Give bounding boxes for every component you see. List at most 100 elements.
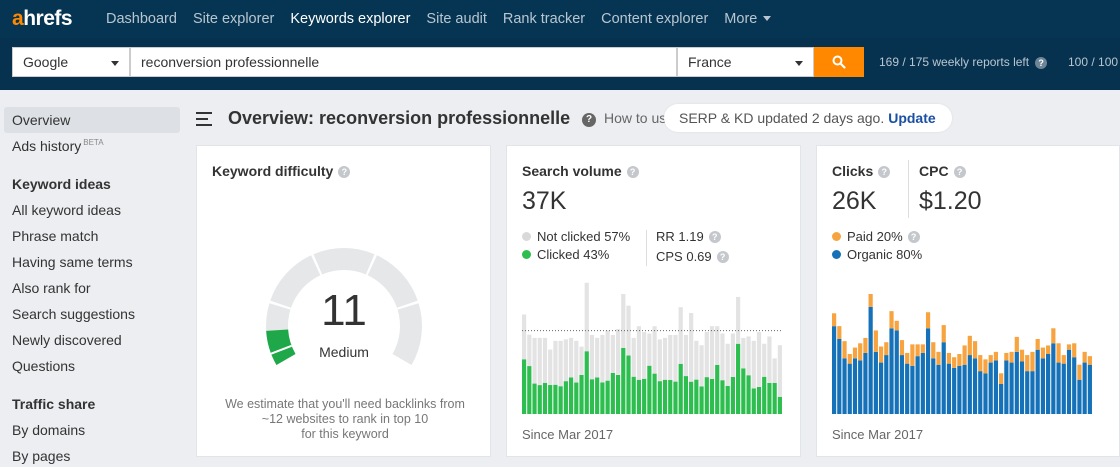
nav-more[interactable]: More [724,11,772,27]
chart-bar [762,376,767,414]
chart-bar [832,326,837,414]
chart-bar [899,355,905,414]
chart-bar [751,388,756,414]
chart-bar [694,379,699,414]
ads-history-label: Ads history [12,138,82,154]
sidebar-item-by-pages[interactable]: By pages [12,448,70,464]
chart-bar-top [1061,355,1066,364]
help-icon[interactable]: ? [878,166,891,178]
chart-bar-top [957,354,962,366]
chart-bar [936,364,941,414]
sidebar-item-all-keyword-ideas[interactable]: All keyword ideas [12,202,121,218]
nav-keywords-explorer[interactable]: Keywords explorer [290,11,410,27]
hamburger-menu-icon[interactable] [196,112,212,130]
chart-bar [725,385,730,414]
chart-bar-top [1087,356,1092,365]
chart-bar [579,374,584,414]
sidebar-item-phrase-match[interactable]: Phrase match [12,228,98,244]
chart-bar [537,385,542,414]
chart-bar-top [1066,344,1072,350]
reports-left-text: 169 / 175 weekly reports left [879,55,1030,69]
nav-site-explorer[interactable]: Site explorer [193,11,274,27]
chart-bar [946,363,952,414]
update-link[interactable]: Update [888,110,935,126]
sidebar-item-also-rank-for[interactable]: Also rank for [12,280,91,296]
how-to-use-link[interactable]: ? How to use [582,110,668,127]
chart-bar [574,382,579,414]
chart-bar-top [548,349,553,386]
chart-bar [756,386,762,414]
sidebar-item-ads-history[interactable]: Ads history BETA [12,138,104,154]
cpc-title-text: CPC [919,163,949,179]
chart-bar-top [1030,351,1035,372]
ahrefs-logo[interactable]: ahrefs [12,7,73,31]
help-icon[interactable]: ? [953,166,966,178]
sv-title-text: Search volume [522,163,622,179]
reports-left: 169 / 175 weekly reports left? [879,55,1048,69]
chart-bar-top [993,351,999,361]
cps-metric: CPS 0.69? [656,249,729,264]
chart-bar-top [842,341,847,359]
sidebar-item-questions[interactable]: Questions [12,358,75,374]
country-value: France [688,54,732,70]
chart-bar [889,328,894,414]
sidebar-item-search-suggestions[interactable]: Search suggestions [12,306,135,322]
chart-bar-top [610,334,615,373]
sidebar-item-newly-discovered[interactable]: Newly discovered [12,332,122,348]
help-icon[interactable]: ? [716,251,729,263]
chart-bar [699,386,704,414]
nav-site-audit[interactable]: Site audit [426,11,486,27]
gray-dot-icon [522,232,531,241]
chart-bar-top [1072,343,1077,358]
chart-bar [1061,363,1066,414]
kd-level: Medium [319,344,369,360]
chart-bar-top [1077,364,1082,380]
nav-content-explorer[interactable]: Content explorer [601,11,708,27]
chart-bar-top [563,339,568,382]
chart-bar [910,365,915,414]
chart-bar [662,379,668,414]
search-button[interactable] [814,47,864,77]
chart-bar [527,366,532,414]
nav-rank-tracker[interactable]: Rank tracker [503,11,585,27]
sidebar-item-having-same-terms[interactable]: Having same terms [12,254,133,270]
chart-bar-top [689,313,694,382]
dropdown-arrow-icon [795,61,803,66]
chart-bar-top [1046,345,1051,354]
kd-note-line: We estimate that you'll need backlinks f… [225,397,465,411]
chart-bar [595,377,600,414]
chart-bar [772,382,777,414]
chart-bar [652,373,657,414]
chart-bar [715,364,720,414]
legend-clicked: Clicked 43% [522,247,609,262]
search-engine-select[interactable]: Google [12,47,130,77]
help-icon[interactable]: ? [708,231,721,243]
sidebar-item-by-domains[interactable]: By domains [12,422,85,438]
chart-bar [584,351,589,414]
chart-bar-top [673,334,678,382]
clicked-label: Clicked 43% [537,247,610,262]
chart-bar [631,376,636,414]
chart-bar [1082,362,1087,414]
chart-bar [873,351,878,414]
help-icon[interactable]: ? [626,166,639,178]
sidebar-item-overview[interactable]: Overview [12,112,70,128]
nav-dashboard[interactable]: Dashboard [106,11,177,27]
help-icon[interactable]: ? [338,166,351,178]
chart-bar-top [631,337,636,377]
chart-bar-top [553,340,558,385]
chart-bar-top [1014,336,1019,352]
top-nav: ahrefs Dashboard Site explorer Keywords … [0,0,1120,38]
chart-bar-top [925,312,931,329]
help-icon[interactable]: ? [1035,57,1048,69]
chart-bar-top [647,333,652,366]
country-select[interactable]: France [677,47,814,77]
chart-bar [1046,354,1051,414]
help-icon[interactable]: ? [907,231,920,243]
chart-bar [837,339,842,414]
page-title: Overview: reconversion professionnelle [228,108,571,128]
keyword-input[interactable] [130,47,677,77]
chart-bar-top [873,330,878,352]
chart-bar [553,384,558,414]
chart-bar [626,355,631,414]
